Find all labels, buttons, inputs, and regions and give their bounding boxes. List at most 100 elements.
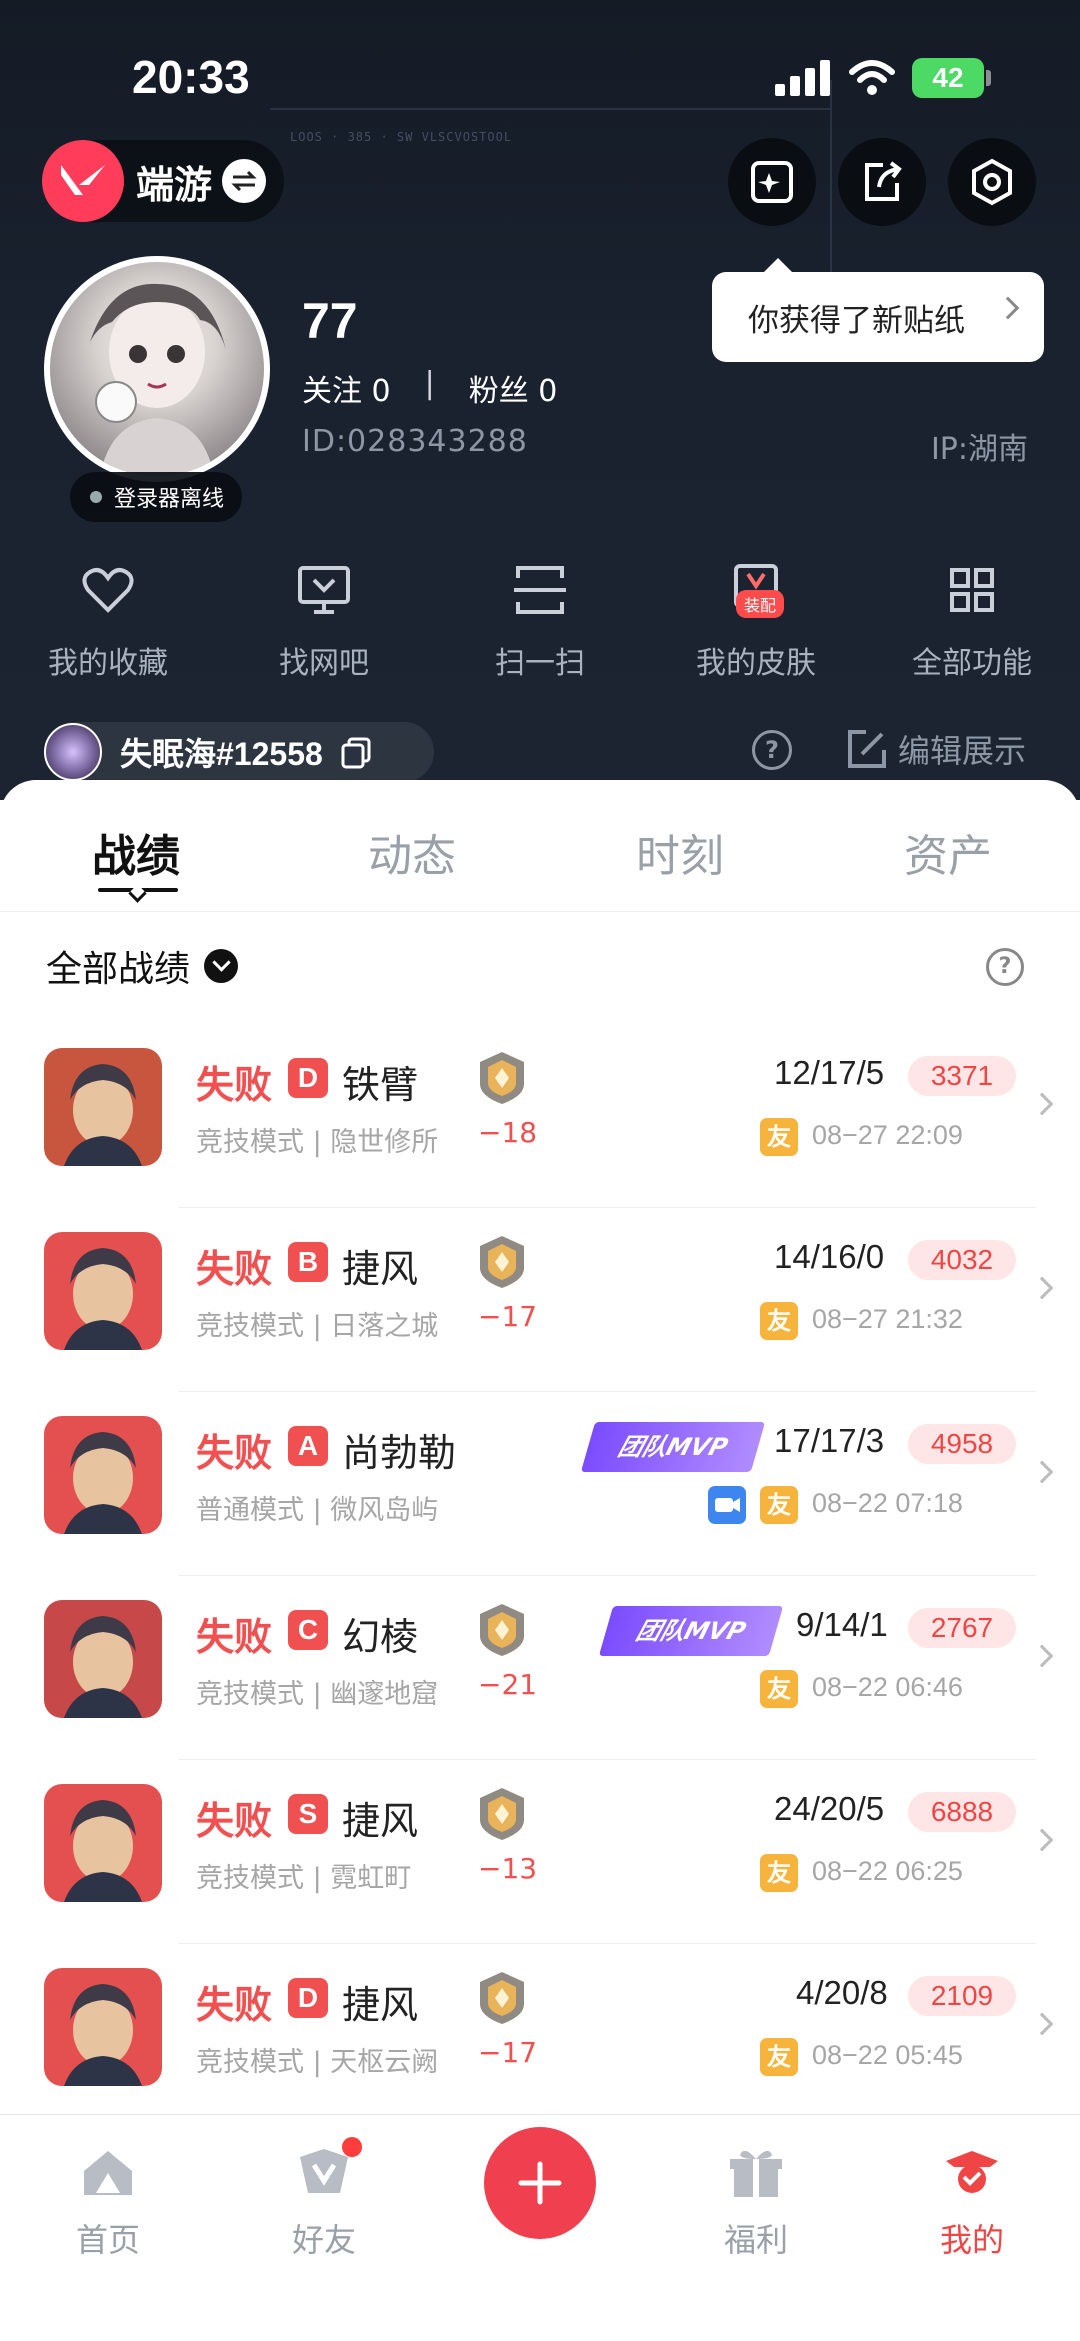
nav-home[interactable]: 首页: [38, 2143, 178, 2261]
valorant-logo-icon: [42, 140, 124, 222]
rank-point-change: −13: [478, 1852, 538, 1885]
kda: 9/14/1: [796, 1606, 888, 1643]
friend-tag: 友: [760, 1118, 798, 1156]
match-mode-map: 普通模式 | 微风岛屿: [196, 1495, 439, 1526]
match-row[interactable]: 失败 D 铁臂 竞技模式 | 隐世修所 −18 12/17/5 3371 友 08−27 22:…: [0, 1024, 1080, 1208]
quick-action-scan[interactable]: 扫一扫: [432, 560, 648, 700]
nav-me[interactable]: 我的: [902, 2143, 1042, 2261]
app-switch-button[interactable]: 端游: [42, 140, 284, 222]
following-count[interactable]: 关注 0: [302, 366, 391, 410]
follow-stats: 关注 0 | 粉丝 0: [302, 366, 557, 410]
help-icon[interactable]: ?: [986, 948, 1024, 986]
agent-portrait: [44, 1048, 162, 1166]
rank-point-change: −21: [478, 1668, 538, 1701]
skin-icon: 装配: [726, 560, 786, 620]
gift-icon: [726, 2143, 786, 2203]
avatar-image: [50, 262, 264, 476]
edit-showcase-label: 编辑展示: [898, 732, 1027, 770]
share-button[interactable]: [838, 138, 926, 226]
settings-button[interactable]: [948, 138, 1036, 226]
match-row[interactable]: 失败 D 捷风 竞技模式 | 天枢云阙 −17 4/20/8 2109 友 08−22 05:4…: [0, 1944, 1080, 2116]
game-id-pill: 失眠海#12558: [44, 722, 434, 782]
online-status-text: 登录器离线: [114, 487, 225, 512]
agent-name: 尚勃勒: [342, 1431, 457, 1475]
team-mvp-badge: 团队MVP: [580, 1422, 766, 1472]
friend-tag: 友: [760, 1486, 798, 1524]
match-mode-map: 竞技模式 | 天枢云阙: [196, 2047, 439, 2078]
heart-icon: [78, 560, 138, 620]
quick-action-netcafe[interactable]: 找网吧: [216, 560, 432, 700]
match-date: 08−22 05:45: [812, 2040, 963, 2070]
match-row[interactable]: 失败 B 捷风 竞技模式 | 日落之城 −17 14/16/0 4032 友 08−27 21:…: [0, 1208, 1080, 1392]
followers-count[interactable]: 粉丝 0: [469, 366, 558, 410]
match-mode-map: 竞技模式 | 日落之城: [196, 1311, 439, 1342]
rank-tier-icon: [476, 1234, 528, 1290]
skin-equip-badge: 装配: [736, 590, 785, 618]
rank-tier-icon: [476, 1602, 528, 1658]
home-icon: [78, 2143, 138, 2203]
new-sticker-tooltip[interactable]: 你获得了新贴纸: [712, 258, 1044, 362]
friends-icon: [294, 2137, 362, 2203]
agent-portrait: [44, 1784, 162, 1902]
rank-tier-icon: [476, 1786, 528, 1842]
match-result: 失败: [196, 1615, 273, 1659]
match-filter-label: 全部战绩: [46, 949, 191, 990]
chevron-right-icon: [1030, 1092, 1054, 1116]
match-score: 2767: [908, 1608, 1016, 1648]
avatar[interactable]: [44, 256, 270, 482]
match-row[interactable]: 失败 A 尚勃勒 普通模式 | 微风岛屿 团队MVP 17/17/3 4958 友 08−22 …: [0, 1392, 1080, 1576]
online-status-pill: 登录器离线: [70, 472, 242, 522]
rank-badge: B: [288, 1242, 328, 1282]
notification-dot: [342, 2137, 362, 2157]
match-filter-dropdown[interactable]: 全部战绩: [46, 940, 239, 992]
sticker-button[interactable]: [728, 138, 816, 226]
chevron-right-icon: [1030, 2012, 1054, 2036]
video-icon: [708, 1486, 746, 1524]
quick-action-label: 我的收藏: [48, 646, 168, 681]
kda: 17/17/3: [774, 1422, 885, 1459]
match-mode-map: 竞技模式 | 幽邃地窟: [196, 1679, 439, 1710]
quick-action-all-features[interactable]: 全部功能: [864, 560, 1080, 700]
agent-name: 捷风: [342, 1799, 419, 1843]
quick-action-favorites[interactable]: 我的收藏: [0, 560, 216, 700]
quick-action-skins[interactable]: 装配 我的皮肤: [648, 560, 864, 700]
create-post-button[interactable]: [484, 2127, 596, 2239]
match-row[interactable]: 失败 C 幻棱 竞技模式 | 幽邃地窟 −21 团队MVP 9/14/1 2767 友 08−22…: [0, 1576, 1080, 1760]
chevron-right-icon: [1030, 1828, 1054, 1852]
status-time: 20:33: [132, 51, 250, 103]
rank-point-change: −17: [478, 1300, 538, 1333]
friend-tag: 友: [760, 2038, 798, 2076]
friend-tag: 友: [760, 1670, 798, 1708]
tab-assets[interactable]: 资产: [904, 820, 992, 884]
match-mode-map: 竞技模式 | 霓虹町: [196, 1863, 412, 1894]
nav-rewards[interactable]: 福利: [686, 2143, 826, 2261]
match-result: 失败: [196, 1063, 273, 1107]
nav-friends[interactable]: 好友: [254, 2137, 394, 2261]
match-date: 08−27 22:09: [812, 1120, 963, 1150]
rank-badge: A: [288, 1426, 328, 1466]
rank-badge: C: [288, 1610, 328, 1650]
tab-feed[interactable]: 动态: [368, 820, 456, 884]
agent-portrait: [44, 1416, 162, 1534]
match-mode-map: 竞技模式 | 隐世修所: [196, 1127, 439, 1158]
tab-bar: 战绩 动态 时刻 资产: [0, 780, 1080, 912]
help-icon[interactable]: ?: [752, 730, 792, 770]
tab-stats[interactable]: 战绩: [92, 820, 180, 884]
edit-showcase-button[interactable]: 编辑展示: [846, 726, 1026, 772]
status-dot: [90, 491, 102, 503]
battery-cap: [986, 70, 991, 86]
game-avatar: [44, 723, 102, 781]
nav-label: 好友: [291, 2221, 356, 2259]
team-mvp-badge: 团队MVP: [598, 1606, 784, 1656]
copy-icon[interactable]: [339, 735, 373, 769]
match-row[interactable]: 失败 S 捷风 竞技模式 | 霓虹町 −13 24/20/5 6888 友 08−22 06:2…: [0, 1760, 1080, 1944]
ip-location: IP:湖南: [930, 432, 1028, 467]
tooltip-text: 你获得了新贴纸: [748, 302, 965, 339]
match-score: 3371: [908, 1056, 1016, 1096]
kda: 24/20/5: [774, 1790, 885, 1827]
edit-icon: [848, 730, 886, 768]
chevron-down-icon: [204, 949, 239, 983]
agent-name: 捷风: [342, 1247, 419, 1291]
match-date: 08−22 07:18: [812, 1488, 963, 1518]
tab-moments[interactable]: 时刻: [636, 820, 724, 884]
